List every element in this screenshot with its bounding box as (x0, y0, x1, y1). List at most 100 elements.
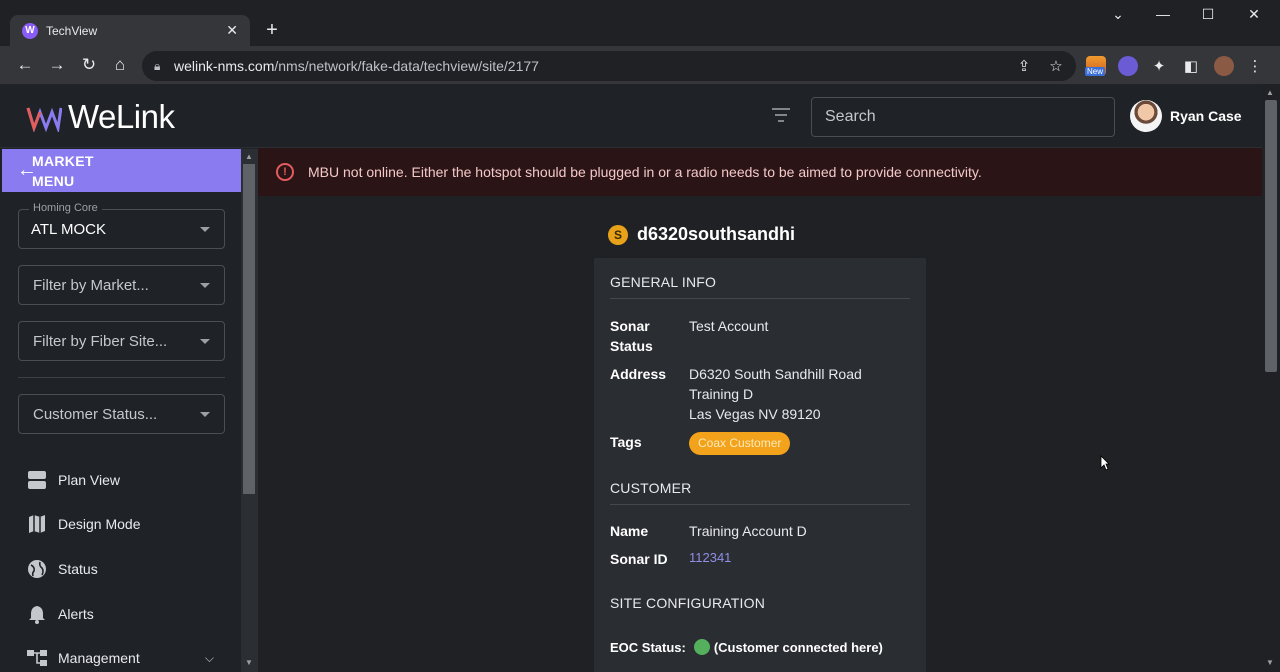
forward-button[interactable]: → (47, 55, 67, 75)
extension-new-badge: New (1085, 67, 1106, 76)
address-line-2: Training D (689, 386, 754, 402)
home-button[interactable]: ⌂ (110, 55, 130, 75)
url-path: /nms/network/fake-data/techview/site/217… (274, 58, 539, 74)
welink-app: WeLink Search Ryan Case ← MARKET MENU ▲ … (0, 84, 1262, 672)
reload-button[interactable]: ↻ (79, 55, 99, 75)
customer-status-label: Customer Status... (33, 405, 158, 423)
kebab-menu-icon[interactable]: ⋮ (1246, 57, 1264, 75)
avatar (1130, 100, 1162, 132)
close-window-button[interactable]: ✕ (1244, 6, 1264, 23)
nav-label: Alerts (58, 606, 94, 622)
welink-logo-icon (26, 107, 62, 132)
sidebar-scroll-thumb[interactable] (243, 164, 255, 494)
tab-title: TechView (46, 23, 98, 38)
nav-label: Plan View (58, 472, 121, 488)
new-tab-button[interactable]: + (261, 19, 283, 41)
filter-market-select[interactable]: Filter by Market... (18, 265, 225, 305)
nav-item-design-mode[interactable]: Design Mode (26, 514, 226, 534)
puzzle-extensions-icon[interactable]: ✦ (1150, 57, 1168, 75)
sidebar: ← MARKET MENU ▲ ▼ Homing Core ATL MOCK F… (0, 148, 258, 672)
main-content: ! MBU not online. Either the hotspot sho… (258, 148, 1262, 672)
general-info-heading: GENERAL INFO (610, 274, 910, 299)
address-label: Address (610, 366, 667, 382)
site-title: S d6320southsandhi (608, 224, 795, 245)
filter-list-icon[interactable] (772, 108, 790, 122)
close-tab-icon[interactable]: ✕ (226, 22, 238, 39)
welink-logo[interactable]: WeLink (26, 98, 175, 136)
site-configuration-heading: SITE CONFIGURATION (610, 595, 766, 611)
nav-label: Design Mode (58, 516, 141, 532)
sidebar-divider (18, 377, 225, 378)
profile-avatar-icon[interactable] (1214, 56, 1234, 76)
bell-icon (26, 604, 48, 624)
dropdown-caret-icon (200, 227, 210, 232)
sonar-status-value: Test Account (689, 318, 769, 334)
browser-tabstrip: W TechView ✕ + ⌄ — ☐ ✕ (0, 0, 1280, 46)
minimize-button[interactable]: — (1153, 6, 1173, 22)
eoc-status-label: EOC Status: (610, 639, 686, 655)
address-line-3: Las Vegas NV 89120 (689, 406, 821, 422)
market-menu-label: MARKET MENU (32, 152, 94, 189)
app-header: WeLink Search Ryan Case (0, 84, 1262, 148)
scroll-down-arrow-icon[interactable]: ▼ (1266, 658, 1274, 667)
filter-market-label: Filter by Market... (33, 276, 149, 294)
scroll-down-arrow-icon[interactable]: ▼ (243, 658, 255, 667)
welink-favicon-icon: W (22, 22, 38, 39)
sonar-id-link[interactable]: 112341 (689, 548, 731, 568)
share-icon[interactable]: ⇪ (1015, 57, 1033, 75)
coax-customer-tag[interactable]: Coax Customer (689, 432, 791, 455)
customer-status-select[interactable]: Customer Status... (18, 394, 225, 434)
extension-new-icon[interactable]: New (1085, 56, 1106, 76)
plan-view-icon (26, 470, 48, 490)
nav-item-plan-view[interactable]: Plan View (26, 470, 226, 490)
mouse-cursor-icon (1100, 455, 1110, 471)
globe-icon (26, 559, 48, 579)
logo-text: WeLink (68, 98, 175, 135)
site-status-badge: S (608, 224, 628, 245)
side-panel-icon[interactable]: ◧ (1182, 57, 1200, 75)
homing-core-select[interactable]: Homing Core ATL MOCK (18, 202, 225, 249)
back-button[interactable]: ← (15, 55, 35, 75)
nav-item-management[interactable]: Management ⌵ (26, 648, 226, 668)
hierarchy-icon (26, 648, 48, 668)
customer-heading: CUSTOMER (610, 480, 910, 505)
filter-fiber-site-select[interactable]: Filter by Fiber Site... (18, 321, 225, 361)
tab-search-icon[interactable]: ⌄ (1108, 6, 1128, 23)
user-menu[interactable]: Ryan Case (1130, 100, 1242, 132)
user-name: Ryan Case (1170, 108, 1242, 124)
scroll-up-arrow-icon[interactable]: ▲ (1266, 88, 1274, 97)
name-label: Name (610, 523, 649, 539)
site-name: d6320southsandhi (637, 224, 796, 244)
bookmark-star-icon[interactable]: ☆ (1047, 57, 1065, 75)
extension-circle-icon[interactable] (1118, 56, 1138, 76)
url-host: welink-nms.com (174, 58, 275, 74)
address-line-1: D6320 South Sandhill Road (689, 366, 862, 382)
eoc-status-dot-icon (693, 639, 710, 655)
nav-label: Management (58, 650, 140, 666)
dropdown-caret-icon (200, 339, 210, 344)
site-details-card: GENERAL INFO Sonar Status Test Account A… (594, 258, 926, 672)
eoc-status-row: EOC Status: (Customer connected here) (610, 639, 883, 655)
page-scroll-thumb[interactable] (1265, 100, 1277, 372)
lock-icon: 🔒︎ (154, 58, 161, 73)
mbu-offline-alert: ! MBU not online. Either the hotspot sho… (258, 148, 1262, 196)
name-value: Training Account D (689, 523, 807, 539)
tags-label: Tags (610, 434, 642, 450)
search-input[interactable]: Search (811, 97, 1115, 137)
chevron-down-icon[interactable]: ⌵ (205, 651, 214, 666)
filter-fiber-label: Filter by Fiber Site... (33, 332, 168, 350)
nav-item-alerts[interactable]: Alerts (26, 604, 226, 624)
homing-core-value: ATL MOCK (31, 220, 107, 238)
browser-tab[interactable]: W TechView ✕ (10, 15, 250, 46)
maximize-button[interactable]: ☐ (1198, 6, 1218, 23)
sonar-id-label: Sonar ID (610, 551, 668, 567)
address-bar[interactable]: 🔒︎ welink-nms.com/nms/network/fake-data/… (142, 51, 1076, 81)
page-scrollbar[interactable]: ▲ ▼ (1262, 84, 1280, 672)
scroll-up-arrow-icon[interactable]: ▲ (243, 152, 255, 161)
market-menu-header[interactable]: ← MARKET MENU (2, 149, 241, 192)
eoc-status-value: (Customer connected here) (713, 639, 883, 655)
homing-core-legend: Homing Core (29, 202, 102, 214)
sonar-status-label: Sonar Status (610, 318, 653, 354)
nav-item-status[interactable]: Status (26, 559, 226, 579)
map-icon (26, 514, 48, 534)
